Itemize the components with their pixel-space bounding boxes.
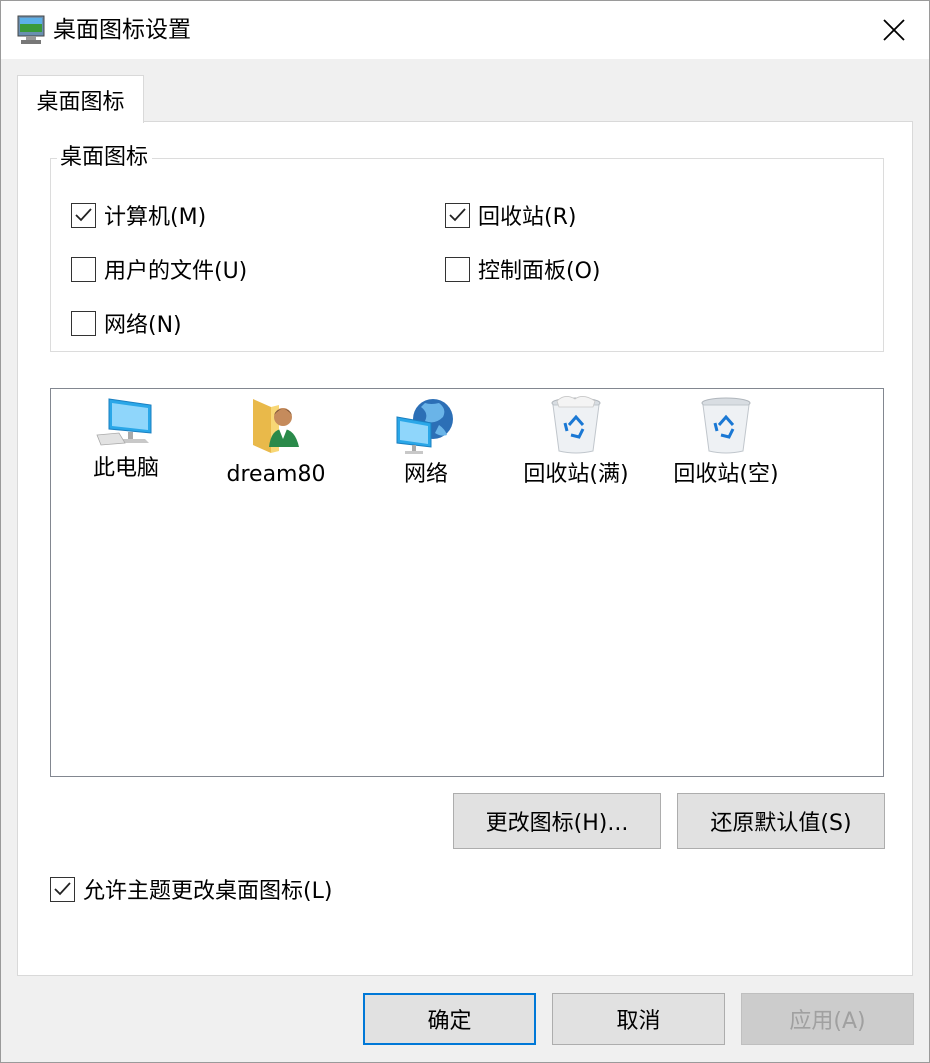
tab-desktop-icons[interactable]: 桌面图标 [17, 75, 144, 123]
icon-label: 回收站(空) [673, 462, 779, 487]
checkbox-box[interactable] [71, 202, 96, 228]
checkbox-box[interactable] [445, 202, 470, 228]
checkbox-recycle-bin[interactable]: 回收站(R) [445, 199, 576, 231]
recycle-bin-full-icon [551, 396, 601, 454]
checkbox-box[interactable] [445, 256, 470, 282]
user-folder-icon [253, 399, 299, 453]
icon-label: 此电脑 [92, 456, 159, 481]
checkbox-box[interactable] [71, 256, 96, 282]
change-icon-button[interactable]: 更改图标(H)... [453, 793, 661, 849]
checkbox-allow-theme[interactable]: 允许主题更改桌面图标(L) [50, 873, 332, 905]
cancel-button[interactable]: 取消 [552, 993, 725, 1045]
list-item[interactable]: 此电脑 [51, 395, 201, 495]
list-item[interactable]: 回收站(满) [501, 395, 651, 495]
icon-label: 网络 [403, 462, 448, 487]
icon-list[interactable]: 此电脑 dream80 网络 回收站(满) 回收站(空) [50, 388, 884, 777]
checkbox-label: 用户的文件(U) [104, 259, 248, 284]
close-button[interactable] [859, 1, 929, 59]
desktop-settings-icon [17, 15, 45, 44]
checkbox-user-files[interactable]: 用户的文件(U) [71, 253, 247, 285]
recycle-bin-empty-icon [701, 397, 751, 454]
checkbox-label: 允许主题更改桌面图标(L) [83, 879, 333, 904]
checkbox-box[interactable] [71, 310, 96, 336]
window-title: 桌面图标设置 [53, 17, 191, 43]
computer-icon [96, 398, 152, 446]
list-item[interactable]: 回收站(空) [651, 395, 801, 495]
checkbox-network[interactable]: 网络(N) [71, 307, 182, 339]
checkmark-icon [75, 207, 92, 221]
desktop-icons-group: 桌面图标 计算机(M) 回收站(R) 用户的文件(U) 控制面板(O) 网络(N… [50, 144, 884, 352]
group-title: 桌面图标 [57, 144, 153, 172]
checkmark-icon [449, 207, 466, 221]
checkbox-label: 计算机(M) [104, 205, 207, 230]
ok-button[interactable]: 确定 [363, 993, 536, 1045]
checkbox-label: 回收站(R) [478, 205, 577, 230]
checkbox-label: 控制面板(O) [478, 259, 601, 284]
checkmark-icon [54, 881, 71, 895]
icon-label: 回收站(满) [523, 462, 629, 487]
apply-button[interactable]: 应用(A) [741, 993, 914, 1045]
close-icon [883, 19, 905, 41]
list-item[interactable]: dream80 [201, 395, 351, 495]
checkbox-box[interactable] [50, 876, 75, 902]
tab-panel: 桌面图标 计算机(M) 回收站(R) 用户的文件(U) 控制面板(O) 网络(N… [17, 121, 913, 976]
checkbox-label: 网络(N) [104, 313, 182, 338]
icon-label: dream80 [226, 462, 326, 487]
title-bar[interactable]: 桌面图标设置 [1, 1, 929, 59]
checkbox-computer[interactable]: 计算机(M) [71, 199, 206, 231]
restore-default-button[interactable]: 还原默认值(S) [677, 793, 885, 849]
network-icon [396, 399, 453, 454]
list-item[interactable]: 网络 [351, 395, 501, 495]
dialog-window: 桌面图标设置 桌面图标 桌面图标 计算机(M) 回收站(R) 用户的文件(U) … [0, 0, 930, 1063]
checkbox-control-panel[interactable]: 控制面板(O) [445, 253, 600, 285]
